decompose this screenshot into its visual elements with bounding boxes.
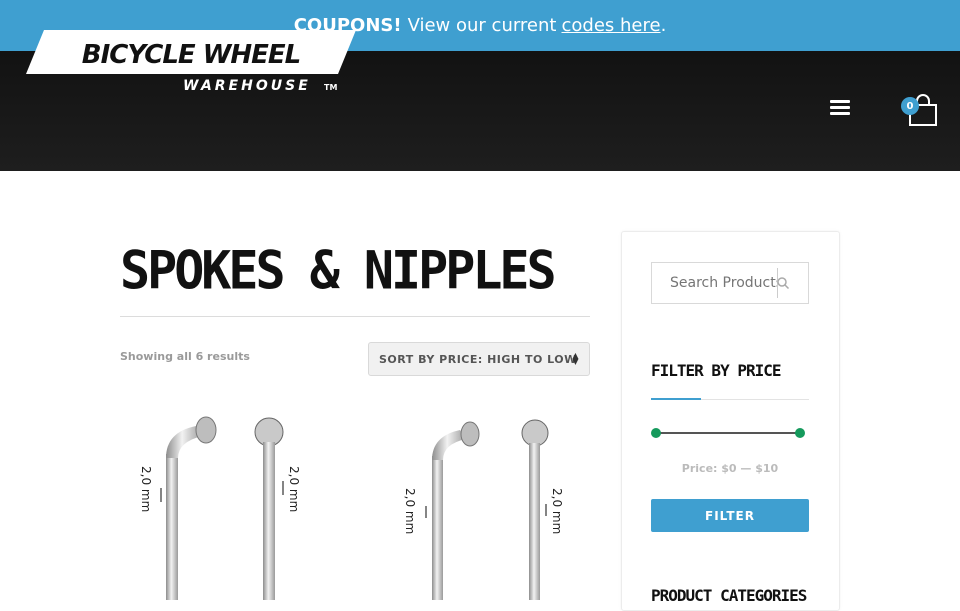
filter-button[interactable]: FILTER [651, 499, 809, 532]
product-2-size-left: 2,0 mm [403, 488, 417, 534]
product-1-size-right: 2,0 mm [287, 466, 301, 512]
logo-tm-text: TM [324, 83, 337, 92]
page-title: SPOKES & NIPPLES [120, 240, 557, 301]
logo-sub-text: WAREHOUSE [183, 78, 311, 92]
filter-title-accent [651, 398, 701, 400]
coupon-codes-link[interactable]: codes here [561, 15, 660, 36]
product-categories-title: PRODUCT CATEGORIES [651, 586, 807, 605]
site-logo[interactable]: BICYCLE WHEEL WAREHOUSE TM [26, 30, 356, 92]
title-divider [120, 316, 590, 317]
price-slider-min-handle[interactable] [651, 428, 661, 438]
cart-count-badge: 0 [901, 97, 919, 115]
price-slider-track[interactable] [656, 432, 800, 434]
filter-by-price-title: FILTER BY PRICE [651, 361, 781, 380]
sort-select-label: SORT BY PRICE: HIGH TO LOW [379, 352, 577, 366]
product-image-spoke-1[interactable]: 2,0 mm 2,0 mm [130, 406, 330, 600]
coupon-text: View our current [407, 15, 557, 36]
price-range-label: Price: $0 — $10 [681, 462, 779, 475]
product-1-size-left: 2,0 mm [139, 466, 153, 512]
logo-main-text: BICYCLE WHEEL [82, 40, 300, 70]
hamburger-menu-icon[interactable] [830, 100, 850, 116]
product-search-input[interactable] [670, 268, 778, 298]
sort-arrows-icon: ▲ ▼ [572, 351, 579, 366]
sort-select[interactable]: SORT BY PRICE: HIGH TO LOW ▲ ▼ [368, 342, 590, 376]
product-2-size-right: 2,0 mm [550, 488, 564, 534]
product-image-spoke-2[interactable]: 2,0 mm 2,0 mm [400, 406, 600, 600]
price-slider-max-handle[interactable] [795, 428, 805, 438]
search-icon[interactable] [776, 276, 790, 290]
coupon-period: . [660, 15, 667, 36]
results-count: Showing all 6 results [120, 350, 250, 363]
